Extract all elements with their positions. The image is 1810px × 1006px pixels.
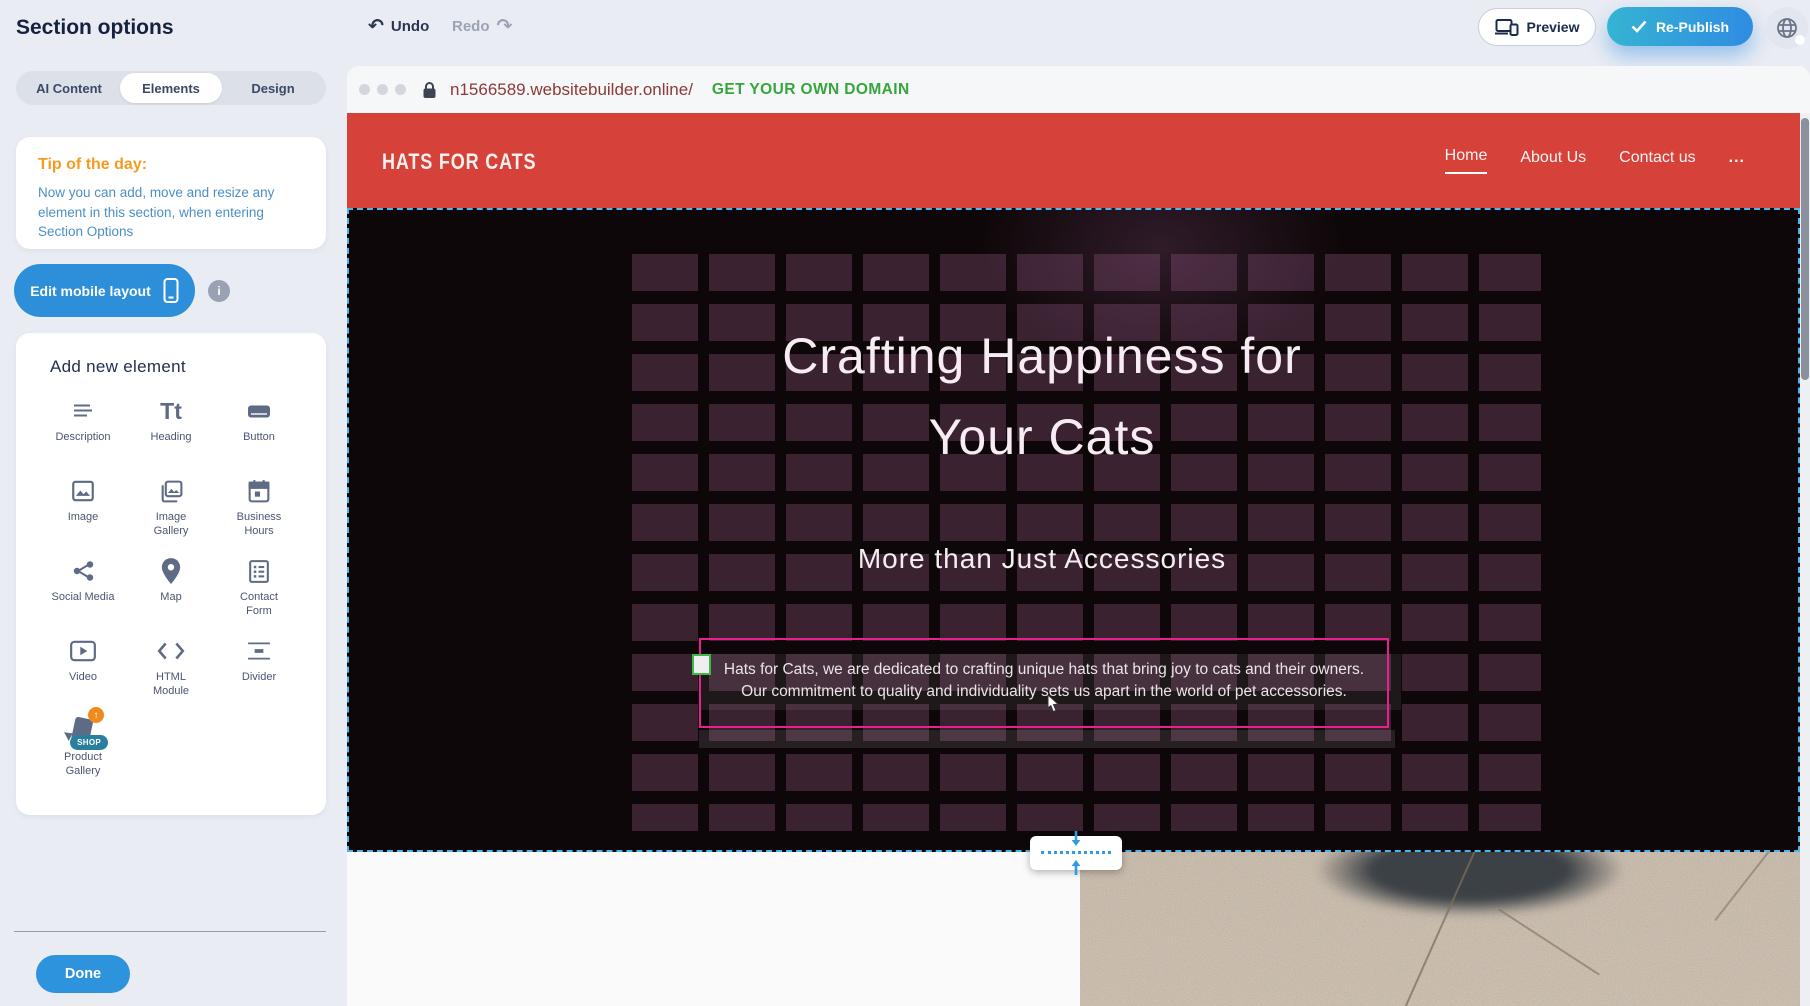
element-label: Business Hours	[237, 511, 282, 539]
get-your-own-domain-link[interactable]: GET YOUR OWN DOMAIN	[712, 81, 910, 99]
element-label: Map	[160, 591, 181, 605]
business-hours-icon	[246, 475, 272, 507]
element-html-module[interactable]: HTML Module	[127, 635, 215, 705]
hero-content: Crafting Happiness for Your Cats More th…	[347, 208, 1737, 852]
edit-mobile-layout-button[interactable]: Edit mobile layout	[14, 264, 195, 317]
undo-button[interactable]: ↶ Undo	[368, 17, 429, 36]
browser-bar: n1566589.websitebuilder.online/ GET YOUR…	[347, 66, 1810, 113]
preview-scrollbar-thumb[interactable]	[1801, 118, 1809, 380]
redo-button[interactable]: Redo ↷	[452, 17, 512, 36]
redo-label: Redo	[452, 18, 490, 35]
element-button[interactable]: Button	[215, 395, 303, 465]
element-label: Image	[68, 511, 99, 525]
add-element-grid: Description Tt Heading Button Image Image Gal…	[16, 395, 326, 785]
element-video[interactable]: Video	[39, 635, 127, 705]
tab-elements[interactable]: Elements	[120, 73, 222, 103]
sidebar-divider	[14, 931, 326, 932]
next-section-white-half	[347, 852, 1080, 1006]
element-label: HTML Module	[153, 671, 189, 699]
hero-section[interactable]: Crafting Happiness for Your Cats More th…	[347, 208, 1800, 852]
element-label: Image Gallery	[154, 511, 189, 539]
element-contact-form[interactable]: Contact Form	[215, 555, 303, 625]
tab-design[interactable]: Design	[222, 73, 324, 103]
done-button[interactable]: Done	[36, 955, 130, 993]
video-icon	[69, 635, 97, 667]
tip-body: Now you can add, move and resize any ele…	[38, 183, 304, 242]
phone-icon	[163, 278, 179, 303]
nav-more-menu[interactable]: ...	[1729, 149, 1745, 173]
site-preview-viewport: HATS FOR CATS HomeAbout UsContact us... …	[347, 113, 1800, 1006]
element-social-media[interactable]: Social Media	[39, 555, 127, 625]
element-product-gallery[interactable]: ↑SHOP Product Gallery	[39, 715, 127, 785]
floor-photo	[1080, 852, 1800, 1006]
social-media-icon	[70, 555, 97, 587]
resize-corner-handle[interactable]	[692, 654, 711, 675]
element-label: Contact Form	[240, 591, 278, 619]
selected-text-element[interactable]: Hats for Cats, we are dedicated to craft…	[699, 638, 1389, 728]
hero-heading[interactable]: Crafting Happiness for Your Cats	[347, 316, 1737, 478]
image-icon	[70, 475, 96, 507]
add-element-title: Add new element	[16, 357, 326, 377]
element-image[interactable]: Image	[39, 475, 127, 545]
element-image-gallery[interactable]: Image Gallery	[127, 475, 215, 545]
redo-icon: ↷	[497, 17, 513, 36]
html-module-icon	[156, 635, 186, 667]
nav-item-contact-us[interactable]: Contact us	[1619, 149, 1695, 173]
preview-scrollbar[interactable]	[1800, 113, 1810, 1006]
hero-subheading[interactable]: More than Just Accessories	[347, 543, 1737, 575]
element-business-hours[interactable]: Business Hours	[215, 475, 303, 545]
tip-of-the-day-card: Tip of the day: Now you can add, move an…	[16, 137, 326, 249]
heading-icon: Tt	[160, 395, 182, 427]
site-logo[interactable]: HATS FOR CATS	[382, 149, 536, 175]
contact-form-icon	[246, 555, 272, 587]
element-label: Heading	[151, 431, 192, 445]
undo-label: Undo	[391, 18, 429, 35]
add-element-card: Add new element Description Tt Heading Butt…	[16, 333, 326, 815]
cat-shadow	[1255, 852, 1685, 948]
element-description[interactable]: Description	[39, 395, 127, 465]
preview-button[interactable]: Preview	[1478, 8, 1596, 46]
language-globe-button[interactable]	[1766, 7, 1808, 49]
element-label: Video	[69, 671, 97, 685]
element-map[interactable]: Map	[127, 555, 215, 625]
element-label: Button	[243, 431, 275, 445]
edit-mobile-label: Edit mobile layout	[30, 283, 151, 299]
site-nav: Home About Us Contact us...	[1445, 113, 1745, 208]
text-under-strip	[699, 730, 1395, 748]
lock-icon	[422, 81, 437, 99]
tip-title: Tip of the day:	[38, 156, 304, 174]
product-gallery-icon: ↑SHOP	[66, 715, 100, 747]
description-icon	[69, 395, 97, 427]
map-pin-icon	[160, 555, 182, 587]
element-label: Description	[55, 431, 110, 445]
element-divider[interactable]: Divider	[215, 635, 303, 705]
divider-icon	[245, 635, 273, 667]
button-icon	[244, 395, 274, 427]
image-gallery-icon	[157, 475, 185, 507]
republish-button[interactable]: Re-Publish	[1607, 7, 1753, 46]
globe-notification-dot	[1795, 35, 1805, 45]
republish-label: Re-Publish	[1656, 19, 1729, 35]
element-heading[interactable]: Tt Heading	[127, 395, 215, 465]
page-title: Section options	[16, 16, 174, 40]
undo-icon: ↶	[368, 17, 384, 36]
browser-dots-icon	[359, 84, 406, 95]
resize-arrows-icon	[1068, 830, 1084, 876]
devices-icon	[1495, 18, 1519, 36]
info-icon[interactable]: i	[208, 280, 230, 302]
preview-label: Preview	[1527, 19, 1580, 35]
site-header: HATS FOR CATS Home About Us Contact us...	[347, 113, 1800, 208]
panel-tabbar: AI ContentElementsDesign	[16, 71, 326, 105]
element-label: Social Media	[52, 591, 115, 605]
section-resize-handle[interactable]	[1030, 836, 1122, 870]
element-label: Divider	[242, 671, 276, 685]
tab-ai-content[interactable]: AI Content	[18, 73, 120, 103]
url-text[interactable]: n1566589.websitebuilder.online/	[450, 80, 693, 100]
check-icon	[1631, 20, 1647, 33]
element-label: Product Gallery	[64, 751, 102, 779]
nav-item-home[interactable]: Home	[1445, 147, 1488, 174]
nav-item-about-us[interactable]: About Us	[1520, 149, 1586, 173]
app-window: Section options ↶ Undo Redo ↷ Preview Re…	[0, 0, 1810, 1006]
hero-paragraph[interactable]: Hats for Cats, we are dedicated to craft…	[703, 659, 1385, 702]
